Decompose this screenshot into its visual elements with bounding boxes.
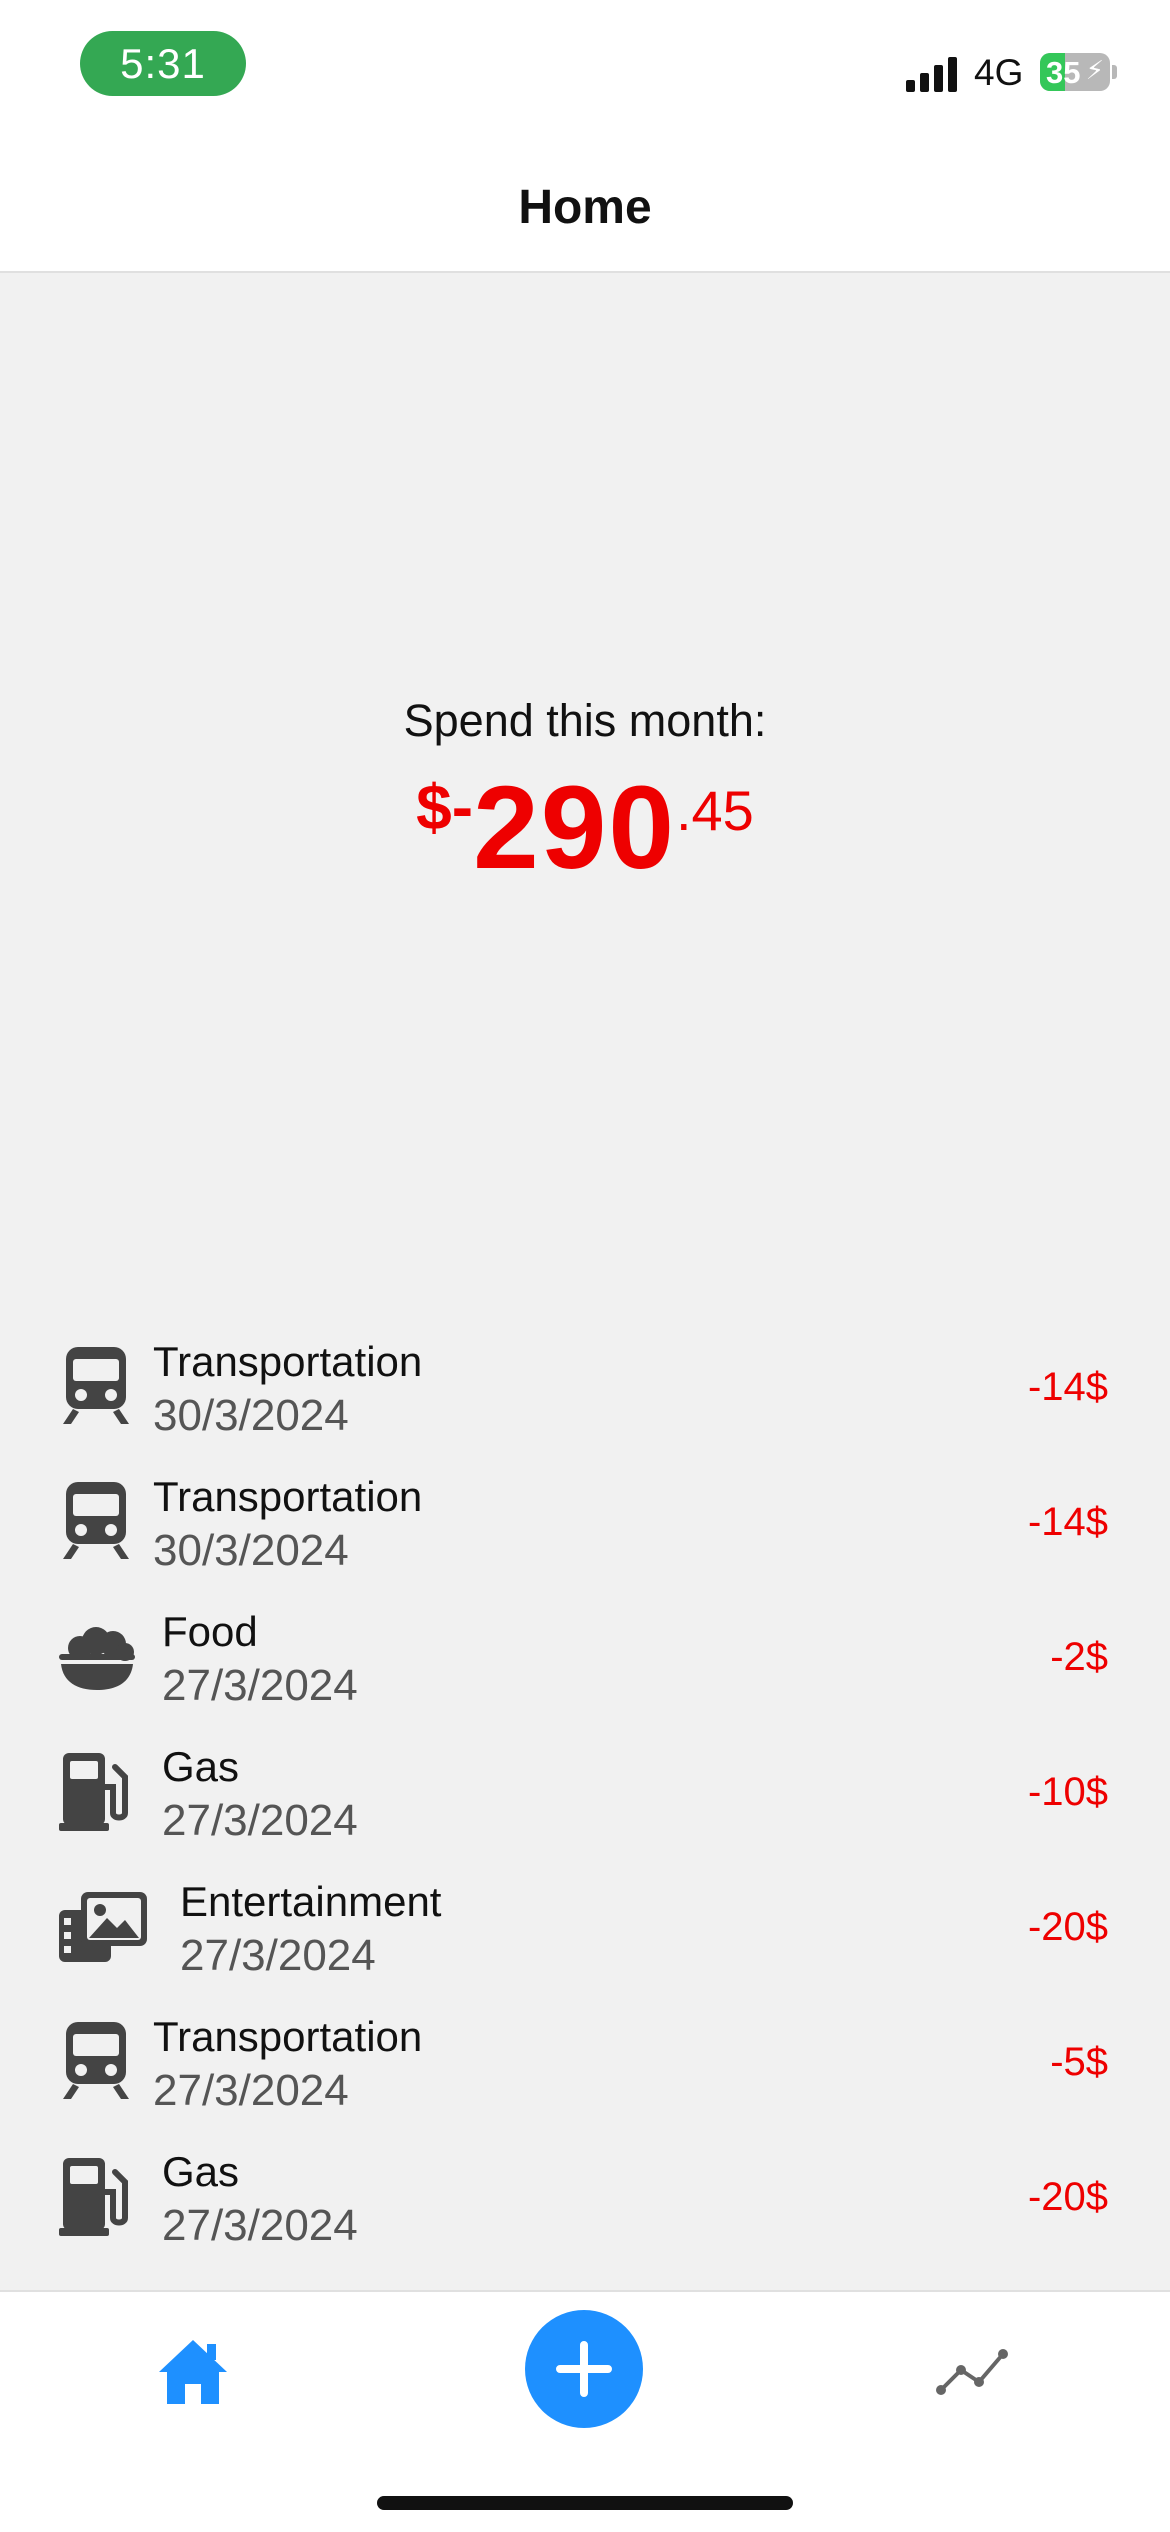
battery-icon: 35 ⚡ [1040, 53, 1110, 91]
cellular-signal-icon [906, 56, 960, 92]
spend-label: Spend this month: [403, 695, 767, 746]
transaction-date: 30/3/2024 [153, 1391, 349, 1440]
spend-amount-cents: .45 [675, 779, 754, 842]
transaction-date: 30/3/2024 [153, 1526, 349, 1575]
train-icon [55, 1477, 145, 1567]
spend-amount-prefix: $- [416, 771, 474, 843]
status-bar: 5:31 4G 35 ⚡ [0, 0, 1170, 140]
transaction-row[interactable]: Transportation 27/3/2024 -5$ [0, 1995, 1170, 2130]
transaction-category: Transportation [153, 1338, 423, 1385]
transaction-amount: -5$ [1050, 2040, 1108, 2084]
gas-pump-icon [55, 1747, 145, 1837]
transaction-date: 27/3/2024 [162, 1661, 358, 1710]
train-icon [55, 1342, 145, 1432]
transaction-row[interactable]: Transportation 30/3/2024 -14$ [0, 1455, 1170, 1590]
battery-percent: 35 [1046, 55, 1081, 90]
transaction-amount: -14$ [1027, 1365, 1108, 1409]
transaction-category: Entertainment [180, 1878, 442, 1925]
transaction-row[interactable]: Entertainment 27/3/2024 -20$ [0, 1860, 1170, 1995]
transaction-row[interactable]: Food 27/3/2024 -2$ [0, 1590, 1170, 1725]
transaction-row[interactable]: Transportation 30/3/2024 -14$ [0, 1320, 1170, 1455]
transaction-amount: -20$ [1027, 2175, 1108, 2219]
transaction-category: Gas [162, 2148, 240, 2195]
transaction-date: 27/3/2024 [162, 2201, 358, 2250]
home-icon[interactable] [155, 2334, 231, 2410]
transaction-row[interactable]: Gas 27/3/2024 -10$ [0, 1725, 1170, 1860]
food-bowl-icon [55, 1612, 145, 1702]
charging-bolt-icon: ⚡ [1085, 55, 1104, 85]
spend-amount: $-290.45 [0, 760, 1170, 896]
train-icon [55, 2017, 145, 2107]
network-type: 4G [974, 52, 1024, 93]
battery-tip [1112, 65, 1117, 79]
transaction-category: Food [162, 1608, 258, 1655]
transaction-category: Transportation [153, 1473, 423, 1520]
transaction-category: Transportation [153, 2013, 423, 2060]
add-transaction-button[interactable] [525, 2310, 643, 2428]
transaction-amount: -20$ [1027, 1905, 1108, 1949]
transaction-date: 27/3/2024 [180, 1931, 376, 1980]
transaction-row[interactable]: Gas 27/3/2024 -20$ [0, 2130, 1170, 2265]
transaction-amount: -10$ [1027, 1770, 1108, 1814]
status-time: 5:31 [80, 31, 246, 96]
transaction-date: 27/3/2024 [162, 1796, 358, 1845]
page-title: Home [518, 181, 652, 234]
navigation-bar: Home [0, 140, 1170, 273]
tab-bar [0, 2290, 1170, 2532]
plus-icon [556, 2341, 612, 2397]
chart-line-icon[interactable] [935, 2340, 1011, 2400]
photo-film-icon [55, 1882, 151, 1972]
transaction-amount: -14$ [1027, 1500, 1108, 1544]
transaction-date: 27/3/2024 [153, 2066, 349, 2115]
transaction-category: Gas [162, 1743, 240, 1790]
gas-pump-icon [55, 2152, 145, 2242]
home-indicator[interactable] [377, 2496, 793, 2510]
spend-amount-whole: 290 [473, 762, 676, 894]
transaction-amount: -2$ [1050, 1635, 1108, 1679]
